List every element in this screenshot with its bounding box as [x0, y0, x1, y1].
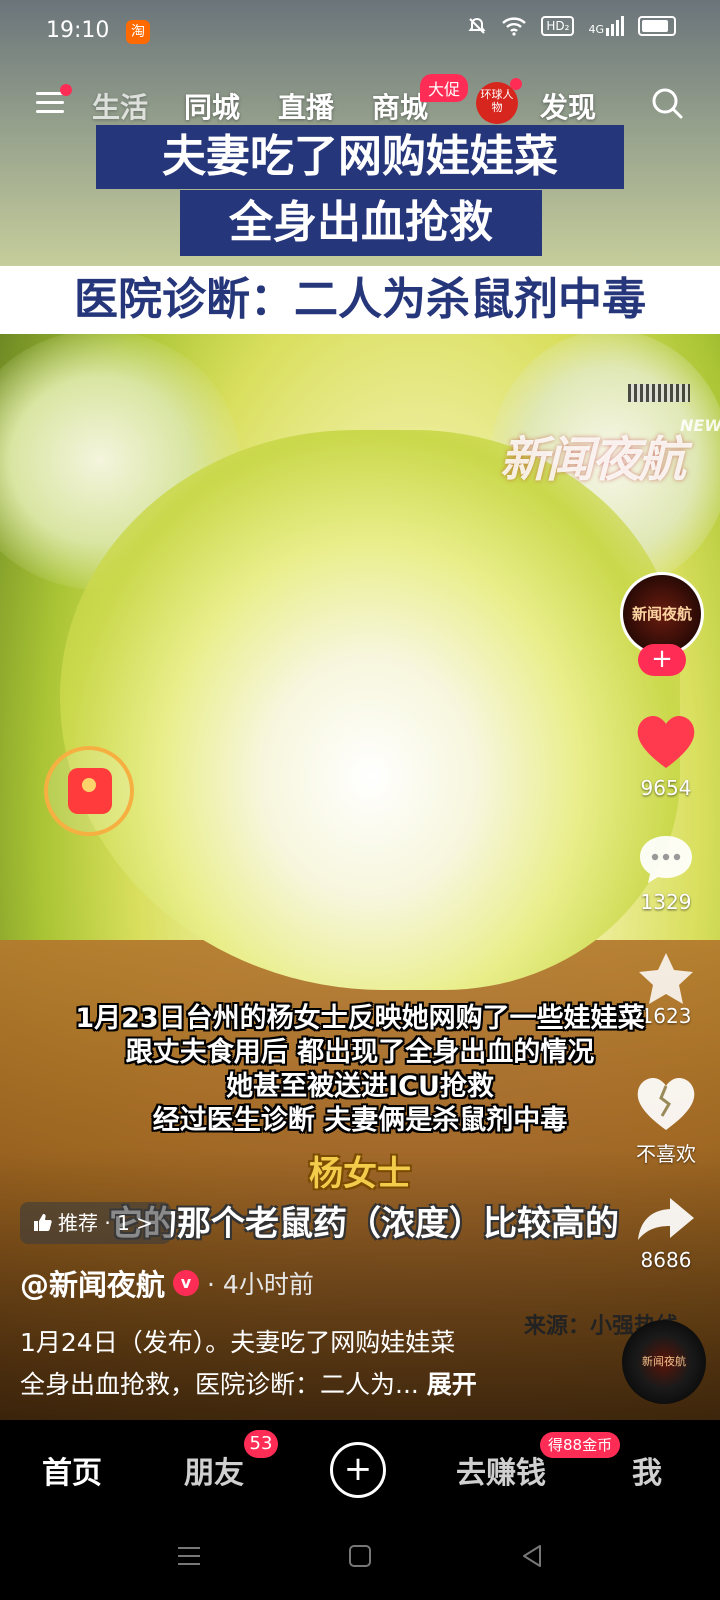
like-count: 9654	[640, 776, 692, 800]
share-count: 8686	[640, 1248, 692, 1272]
recommend-label: 推荐 · 1 >	[58, 1211, 153, 1235]
thumbs-up-icon	[34, 1214, 52, 1231]
wifi-icon	[502, 17, 527, 36]
subtitle-line: 经过医生诊断 夫妻俩是杀鼠剂中毒	[152, 1105, 568, 1136]
logo-notification-dot	[510, 78, 522, 90]
verified-icon: v	[173, 1270, 200, 1296]
nav-friends[interactable]: 朋友	[184, 1448, 244, 1492]
bottom-nav: 首页 朋友 53 + 去赚钱 得88金币 我	[0, 1420, 720, 1516]
back-triangle-icon[interactable]	[520, 1544, 544, 1568]
subtitle-line: 1月23日台州的杨女士反映她网购了一些娃娃菜	[75, 1003, 645, 1034]
create-button[interactable]: +	[330, 1442, 386, 1498]
top-nav: 生活 同城 直播 商城 大促 环球人物 发现	[0, 74, 720, 126]
tab-live[interactable]: 直播	[278, 86, 334, 126]
subtitle-block: 1月23日台州的杨女士反映她网购了一些娃娃菜 跟丈夫食用后 都出现了全身出血的情…	[0, 1002, 720, 1138]
recent-apps-icon[interactable]	[176, 1544, 202, 1568]
star-icon	[639, 953, 693, 1004]
post-time: · 4小时前	[207, 1270, 314, 1299]
heart-icon	[637, 716, 695, 768]
tab-life[interactable]: 生活	[92, 86, 148, 126]
subtitle-line: 她甚至被送进ICU抢救	[226, 1071, 494, 1102]
watermark-news: NEWS	[680, 416, 720, 435]
home-square-icon[interactable]	[348, 1544, 372, 1568]
share-arrow-icon	[638, 1198, 694, 1240]
subtitle-line: 跟丈夫食用后 都出现了全身出血的情况	[125, 1037, 595, 1068]
menu-notification-dot	[60, 84, 72, 96]
expand-link[interactable]: 展开	[427, 1370, 477, 1399]
like-button[interactable]: 9654	[620, 712, 712, 800]
status-bar: 19:10 淘 HD₂ 4G	[0, 0, 720, 64]
channel-watermark: 新闻夜航	[500, 432, 686, 488]
red-envelope-button[interactable]	[44, 746, 134, 836]
promo-badge: 大促	[420, 74, 469, 102]
coins-badge: 得88金币	[540, 1432, 621, 1458]
nav-home[interactable]: 首页	[42, 1448, 102, 1492]
barcode-strip	[628, 384, 690, 402]
status-icons: HD₂ 4G	[467, 16, 676, 36]
author-name[interactable]: @新闻夜航	[20, 1262, 165, 1304]
recommend-button[interactable]: 推荐 · 1 >	[20, 1202, 171, 1244]
signal-label: 4G	[588, 23, 604, 36]
headline-line-2: 全身出血抢救	[180, 190, 542, 256]
tab-local[interactable]: 同城	[184, 86, 240, 126]
comment-button[interactable]: 1329	[620, 832, 712, 914]
description-line: 1月24日（发布）。夫妻吃了网购娃娃菜	[20, 1328, 456, 1357]
signal-icon: 4G	[588, 16, 624, 36]
comment-count: 1329	[640, 890, 692, 914]
mute-bell-icon	[468, 17, 486, 34]
status-time: 19:10	[46, 18, 110, 43]
follow-button[interactable]: +	[638, 644, 686, 676]
taobao-icon: 淘	[126, 20, 150, 44]
post-description[interactable]: 1月24日（发布）。夫妻吃了网购娃娃菜 全身出血抢救，医院诊断：二人为... 展…	[20, 1322, 580, 1406]
music-disc[interactable]: 新闻夜航	[622, 1320, 706, 1404]
system-nav-bar	[0, 1516, 720, 1600]
speaker-name: 杨女士	[309, 1154, 411, 1194]
description-line: 全身出血抢救，医院诊断：二人为...	[20, 1370, 419, 1399]
comment-icon	[640, 836, 692, 883]
headline-line-1: 夫妻吃了网购娃娃菜	[96, 125, 624, 189]
red-envelope-icon	[68, 768, 112, 814]
battery-icon	[638, 16, 676, 36]
cabbage-leaf-main	[60, 430, 680, 990]
menu-icon[interactable]	[36, 92, 64, 114]
search-icon[interactable]	[650, 86, 684, 120]
tab-discover[interactable]: 发现	[540, 86, 596, 126]
nav-me[interactable]: 我	[632, 1448, 662, 1492]
hd-icon: HD₂	[541, 16, 575, 36]
nav-earn[interactable]: 去赚钱	[456, 1448, 546, 1492]
author-row: @新闻夜航 v · 4小时前	[20, 1262, 314, 1304]
headline-line-3: 医院诊断：二人为杀鼠剂中毒	[0, 266, 720, 334]
friends-badge: 53	[244, 1430, 278, 1458]
